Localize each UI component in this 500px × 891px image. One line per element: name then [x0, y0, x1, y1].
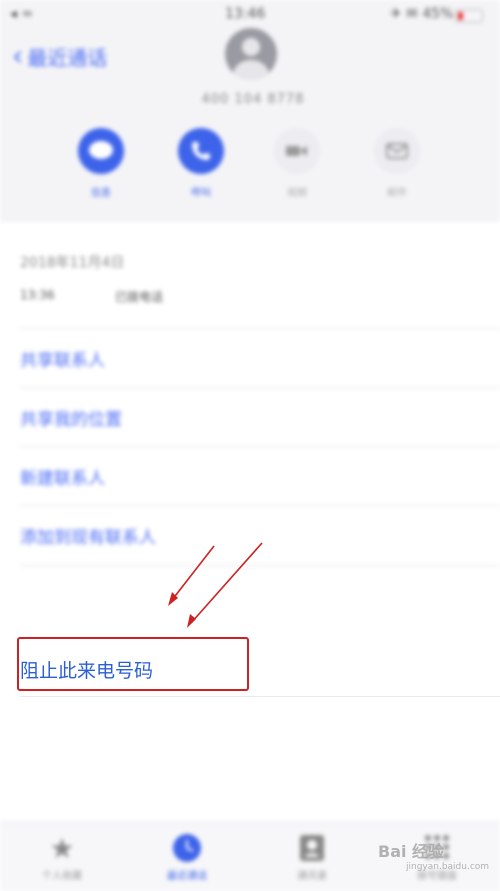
clock-icon	[147, 831, 227, 865]
highlight-box	[17, 637, 249, 691]
watermark-text: Bai 经验	[378, 842, 445, 861]
watermark-sub: jingyan.baidu.com	[406, 862, 490, 872]
contacts-icon	[272, 831, 352, 865]
tab-label: 个人收藏	[42, 871, 82, 882]
tab-label: 最近通话	[167, 871, 207, 882]
tab-label: 通讯录	[297, 871, 327, 882]
watermark: Bai 经验 jingyan.baidu.com	[378, 838, 489, 872]
tab-contacts[interactable]: 通讯录	[272, 831, 352, 882]
arrow-icon	[171, 542, 263, 624]
star-icon: ★	[49, 831, 75, 865]
tab-recents[interactable]: 最近通话	[147, 831, 227, 882]
annotation-arrows	[168, 542, 263, 628]
tab-favorites[interactable]: ★ 个人收藏	[22, 831, 102, 883]
divider	[20, 696, 500, 697]
